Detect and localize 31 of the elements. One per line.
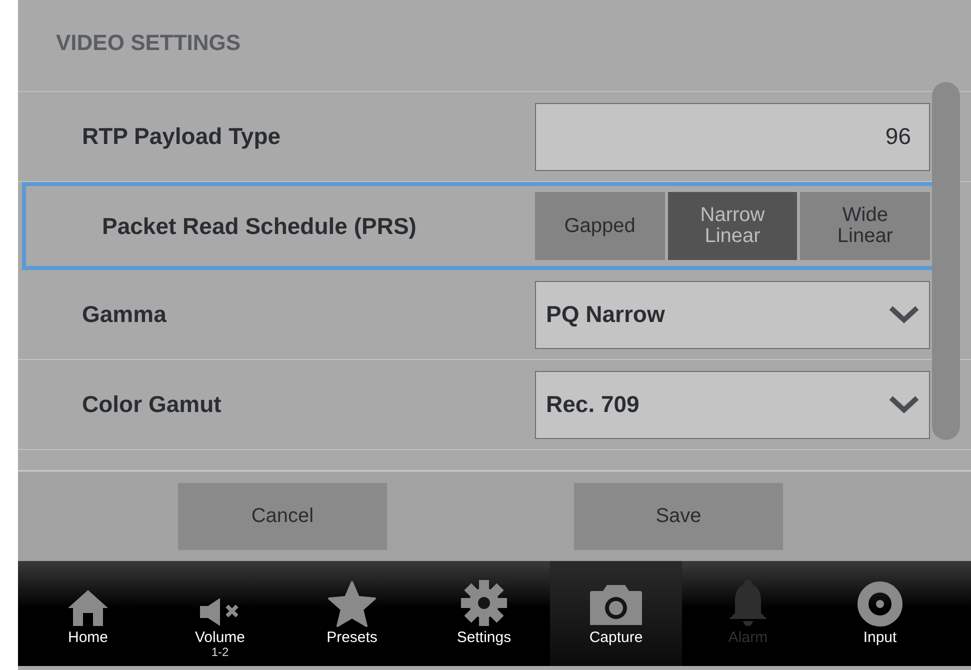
dropdown-value: Rec. 709: [546, 391, 640, 418]
setting-label: Color Gamut: [82, 391, 222, 418]
chevron-down-icon: [889, 306, 919, 324]
dropdown[interactable]: Rec. 709: [535, 370, 930, 438]
number-field[interactable]: 96: [535, 102, 930, 170]
segment-option[interactable]: Narrow Linear: [668, 192, 798, 260]
target-icon: [857, 581, 903, 627]
action-button[interactable]: Save: [574, 483, 783, 550]
segment-option[interactable]: Gapped: [535, 192, 665, 260]
nav-button[interactable]: Input: [814, 561, 946, 666]
setting-label: RTP Payload Type: [82, 123, 282, 150]
action-button[interactable]: Cancel: [178, 483, 387, 550]
nav-button[interactable]: Home: [22, 561, 154, 666]
nav-button[interactable]: Capture: [550, 561, 682, 666]
chevron-down-icon: [889, 396, 919, 414]
scrollbar[interactable]: [932, 82, 960, 440]
dropdown-value: PQ Narrow: [546, 301, 665, 328]
nav-button[interactable]: Volume 1-2: [154, 561, 286, 666]
setting-label: Gamma: [82, 301, 168, 328]
nav-button[interactable]: Presets: [286, 561, 418, 666]
home-icon: [67, 589, 109, 627]
bell-icon: [728, 579, 768, 627]
channel-label: 1-2: [211, 646, 229, 659]
nav-button[interactable]: Settings: [418, 561, 550, 666]
gear-icon: [460, 579, 508, 627]
segment-option[interactable]: Wide Linear: [800, 192, 930, 260]
star-icon: [327, 581, 377, 627]
setting-label: Packet Read Schedule (PRS): [102, 212, 418, 240]
section-title: VIDEO SETTINGS: [56, 30, 241, 55]
camera-icon: [589, 583, 643, 627]
dropdown[interactable]: PQ Narrow: [535, 280, 930, 348]
